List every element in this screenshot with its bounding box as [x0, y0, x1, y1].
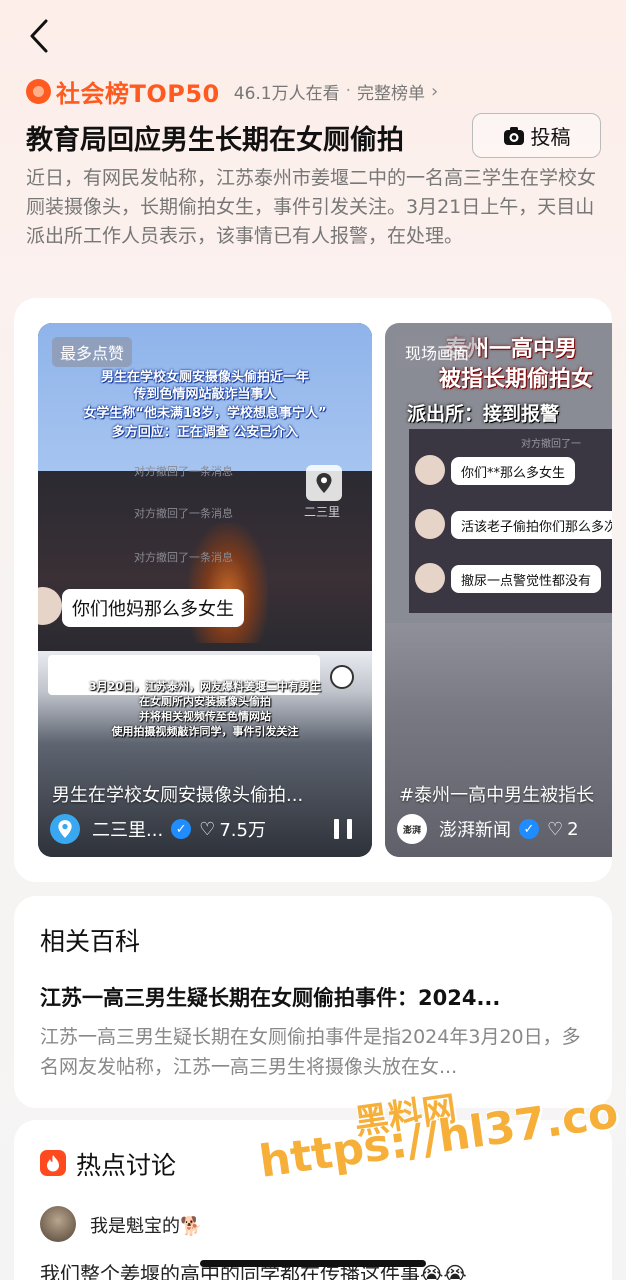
- system-message: 对方撤回了一条消息: [134, 507, 233, 520]
- subtitle-line: 并将相关视频传至色情网站: [139, 710, 271, 723]
- chat-avatar: [415, 455, 445, 485]
- location-label: 二三里: [304, 505, 341, 519]
- video-card[interactable]: 男生在学校女厕安摄像头偷拍近一年 传到色情网站敲诈当事人 女学生称“他未满18岁…: [38, 323, 372, 857]
- subtitle-line: 在女厕所内安装摄像头偷拍: [139, 695, 271, 708]
- rank-row[interactable]: 社会榜TOP50 46.1万人在看 · 完整榜单 ›: [26, 76, 439, 108]
- heart-icon[interactable]: ♡: [199, 819, 215, 840]
- verified-icon: ✓: [171, 819, 192, 839]
- caption-line: 传到色情网站敲诈当事人: [133, 387, 277, 402]
- rank-logo-icon: [26, 78, 51, 104]
- overlay-title-line: 被指长期偷拍女: [439, 367, 594, 392]
- video-meta: 二三里... ✓ ♡ 7.5万: [50, 813, 266, 845]
- overlay-subtitle: 派出所：接到报警: [407, 403, 560, 425]
- chat-message: 活该老子偷拍你们那么多次: [451, 511, 612, 539]
- system-message: 对方撤回了一: [521, 439, 581, 450]
- subtitle-line: 3月20日，江苏泰州，网友爆料姜堰二中有男生: [89, 680, 321, 693]
- author-name[interactable]: 澎湃新闻: [439, 816, 511, 842]
- chat-avatar: [415, 563, 445, 593]
- subtitle-line: 使用拍摄视频敲诈同学，事件引发关注: [111, 725, 299, 738]
- verified-icon: ✓: [519, 819, 539, 839]
- video-frame-chat: 对方撤回了一 你们**那么多女生 活该老子偷拍你们那么多次 撤尿一点警觉性都没有: [409, 429, 612, 613]
- topic-headline: 教育局回应男生长期在女厕偷拍: [26, 125, 404, 156]
- video-title: #泰州一高中男生被指长: [399, 785, 595, 806]
- video-title: 男生在学校女厕安摄像头偷拍...: [52, 785, 304, 806]
- related-wiki-card[interactable]: 相关百科 江苏一高三男生疑长期在女厕偷拍事件：2024... 江苏一高三男生疑长…: [14, 896, 612, 1108]
- full-list-link[interactable]: 完整榜单: [357, 79, 425, 104]
- author-name[interactable]: 二三里...: [92, 816, 163, 842]
- pause-icon[interactable]: [334, 819, 352, 839]
- like-count: 7.5万: [219, 820, 266, 841]
- viewer-count: 46.1万人在看: [233, 83, 340, 104]
- topic-summary: 近日，有网民发帖称，江苏泰州市姜堰二中的一名高三学生在学校女厕装摄像头，长期偷拍…: [26, 167, 597, 247]
- video-meta: 澎湃 澎湃新闻 ✓ ♡ 2: [397, 813, 579, 845]
- author-avatar[interactable]: [50, 814, 80, 844]
- section-heading: 相关百科: [40, 927, 141, 956]
- rank-label: 社会榜TOP50: [56, 79, 220, 108]
- wiki-description: 江苏一高三男生疑长期在女厕偷拍事件是指2024年3月20日，多名网友发帖称，江苏…: [40, 1026, 581, 1078]
- system-message: 对方撤回了一条消息: [134, 551, 233, 564]
- video-tag: 现场画面: [397, 337, 478, 367]
- system-message: 对方撤回了一条消息: [134, 465, 233, 478]
- camera-icon: [503, 126, 524, 145]
- chat-message: 撤尿一点警觉性都没有: [451, 565, 602, 593]
- section-heading: 热点讨论: [76, 1151, 177, 1180]
- user-name[interactable]: 我是魁宝的🐕: [90, 1212, 202, 1238]
- separator: ·: [345, 81, 352, 101]
- back-button[interactable]: [28, 14, 68, 58]
- location-pin-icon: [58, 820, 72, 838]
- location-pin-icon: [316, 473, 332, 493]
- submit-label: 投稿: [530, 125, 571, 149]
- wiki-title[interactable]: 江苏一高三男生疑长期在女厕偷拍事件：2024...: [40, 982, 580, 1012]
- video-carousel[interactable]: 男生在学校女厕安摄像头偷拍近一年 传到色情网站敲诈当事人 女学生称“他未满18岁…: [14, 298, 612, 882]
- home-indicator[interactable]: [200, 1260, 426, 1267]
- caption-line: 男生在学校女厕安摄像头偷拍近一年: [100, 370, 309, 385]
- caption-line: 多方回应：正在调查 公安已介入: [111, 425, 299, 440]
- chat-message: 你们他妈那么多女生: [62, 589, 244, 627]
- submit-button[interactable]: 投稿: [472, 113, 601, 158]
- video-tag: 最多点赞: [52, 337, 133, 367]
- like-count: 2: [567, 818, 579, 840]
- chat-message: 你们**那么多女生: [451, 457, 576, 485]
- chat-avatar: [415, 509, 445, 539]
- chevron-left-icon: [30, 19, 48, 53]
- hot-discussion-card[interactable]: 热点讨论 我是魁宝的🐕 我们整个姜堰的高中的同学都在传播这件事😭😭: [14, 1120, 612, 1280]
- flame-icon: [40, 1150, 66, 1176]
- video-card[interactable]: 对方撤回了一 你们**那么多女生 活该老子偷拍你们那么多次 撤尿一点警觉性都没有…: [385, 323, 612, 857]
- heart-icon[interactable]: ♡: [547, 819, 563, 840]
- chevron-right-icon: ›: [431, 80, 439, 102]
- caption-line: 女学生称“他未满18岁，学校想息事宁人”: [83, 406, 327, 421]
- author-avatar[interactable]: 澎湃: [397, 814, 427, 844]
- avatar[interactable]: [40, 1206, 76, 1242]
- location-badge: [306, 465, 342, 501]
